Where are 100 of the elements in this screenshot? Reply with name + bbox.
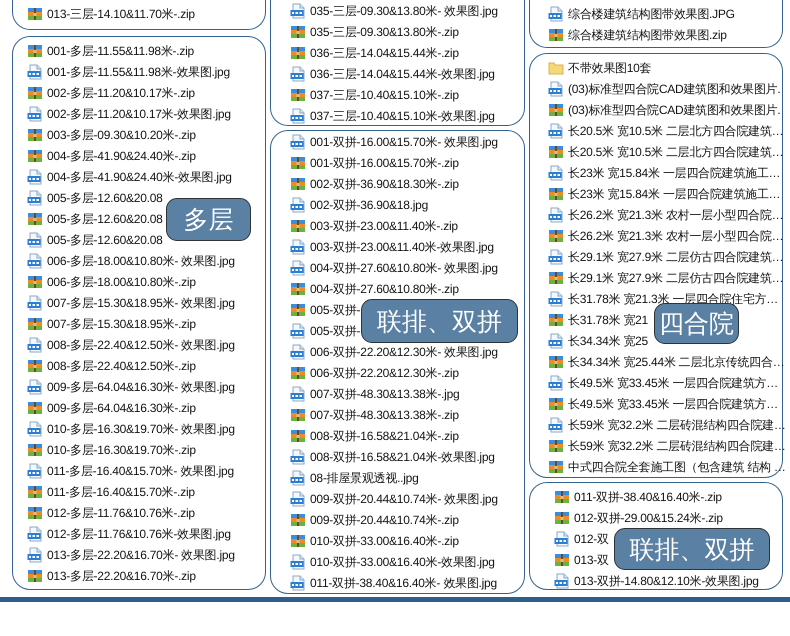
file-name[interactable]: 长31.78米 宽21 bbox=[568, 312, 648, 326]
image-file-icon bbox=[290, 574, 306, 590]
archive-icon bbox=[548, 354, 564, 370]
file-name[interactable]: 037-三层-10.40&15.10米-效果图.jpg bbox=[310, 108, 495, 122]
file-name[interactable]: 007-多层-15.30&18.95米- 效果图.jpg bbox=[47, 296, 235, 310]
file-name[interactable]: 011-多层-16.40&15.70米-.zip bbox=[47, 484, 195, 498]
file-name[interactable]: 011-多层-16.40&15.70米- 效果图.jpg bbox=[47, 464, 234, 478]
file-name[interactable]: 006-双拼-22.20&12.30米-.zip bbox=[310, 366, 459, 380]
file-name[interactable]: 009-双拼-20.44&10.74米- 效果图.jpg bbox=[310, 492, 498, 506]
file-name[interactable]: 011-双拼-38.40&16.40米-.zip bbox=[574, 490, 722, 504]
file-name[interactable]: 007-双拼-48.30&13.38米-.jpg bbox=[310, 386, 460, 400]
file-name[interactable]: 综合楼建筑结构图带效果图.JPG bbox=[568, 6, 735, 20]
file-name[interactable]: 长49.5米 宽33.45米 一层四合院建筑方… bbox=[568, 376, 778, 390]
file-name[interactable]: 002-多层-11.20&10.17米-.zip bbox=[47, 86, 195, 100]
image-file-icon bbox=[27, 294, 43, 310]
file-name[interactable]: 007-双拼-48.30&13.38米-.zip bbox=[310, 408, 459, 422]
file-name[interactable]: 长29.1米 宽27.9米 二层仿古四合院建筑… bbox=[568, 270, 784, 284]
file-name[interactable]: 006-多层-18.00&10.80米-.zip bbox=[47, 274, 196, 288]
file-name[interactable]: (03)标准型四合院CAD建筑图和效果图片. bbox=[568, 102, 781, 116]
archive-icon bbox=[27, 148, 43, 164]
file-name[interactable]: 008-双拼-16.58&21.04米-效果图.jpg bbox=[310, 450, 495, 464]
file-name[interactable]: 长49.5米 宽33.45米 一层四合院建筑方… bbox=[568, 396, 778, 410]
file-name[interactable]: 001-多层-11.55&11.98米-.zip bbox=[47, 44, 194, 58]
archive-icon bbox=[27, 358, 43, 374]
file-name[interactable]: 012-双拼-29.00&15.24米-.zip bbox=[574, 510, 723, 524]
image-file-icon bbox=[290, 344, 306, 360]
image-file-icon bbox=[548, 416, 564, 432]
file-name[interactable]: 008-多层-22.40&12.50米-.zip bbox=[47, 358, 196, 372]
image-file-icon bbox=[548, 248, 564, 264]
file-name[interactable]: 004-多层-41.90&24.40米-效果图.jpg bbox=[47, 170, 232, 184]
file-name[interactable]: 035-三层-09.30&13.80米-.zip bbox=[310, 24, 459, 38]
file-name[interactable]: 010-双拼-33.00&16.40米-效果图.jpg bbox=[310, 554, 495, 568]
file-name[interactable]: 035-三层-09.30&13.80米- 效果图.jpg bbox=[310, 4, 498, 18]
file-name[interactable]: 长20.5米 宽10.5米 二层北方四合院建筑… bbox=[568, 144, 784, 158]
file-name[interactable]: 005-双拼- bbox=[310, 302, 360, 316]
file-name[interactable]: 005-多层-12.60&20.08 bbox=[47, 212, 163, 226]
file-name[interactable]: 长34.34米 宽25 bbox=[568, 334, 648, 348]
file-name[interactable]: 008-双拼-16.58&21.04米-.zip bbox=[310, 428, 459, 442]
file-name[interactable]: 长59米 宽32.2米 二层砖混结构四合院建… bbox=[568, 438, 786, 452]
file-name[interactable]: 004-双拼-27.60&10.80米-.zip bbox=[310, 282, 459, 296]
image-file-icon bbox=[27, 252, 43, 268]
file-name[interactable]: 009-双拼-20.44&10.74米-.zip bbox=[310, 512, 459, 526]
file-name[interactable]: 013-双拼-14.80&12.10米-效果图.jpg bbox=[574, 574, 759, 588]
file-name[interactable]: 009-多层-64.04&16.30米-.zip bbox=[47, 400, 196, 414]
file-name[interactable]: 010-多层-16.30&19.70米-.zip bbox=[47, 442, 196, 456]
file-name[interactable]: 005-双拼- bbox=[310, 324, 360, 338]
file-name[interactable]: 003-双拼-23.00&11.40米-效果图.jpg bbox=[310, 240, 494, 254]
file-name[interactable]: 长29.1米 宽27.9米 二层仿古四合院建筑… bbox=[568, 250, 784, 264]
file-name[interactable]: 003-双拼-23.00&11.40米-.zip bbox=[310, 218, 458, 232]
file-name[interactable]: 003-多层-09.30&10.20米-.zip bbox=[47, 128, 196, 142]
archive-icon bbox=[290, 280, 306, 296]
file-name[interactable]: 006-双拼-22.20&12.30米- 效果图.jpg bbox=[310, 344, 498, 358]
file-name[interactable]: 008-多层-22.40&12.50米- 效果图.jpg bbox=[47, 338, 235, 352]
archive-icon bbox=[548, 396, 564, 412]
file-name[interactable]: 036-三层-14.04&15.44米-效果图.jpg bbox=[310, 66, 495, 80]
file-name[interactable]: 036-三层-14.04&15.44米-.zip bbox=[310, 46, 459, 60]
file-name[interactable]: 001-多层-11.55&11.98米-效果图.jpg bbox=[47, 64, 230, 78]
file-name[interactable]: 004-多层-41.90&24.40米-.zip bbox=[47, 148, 196, 162]
file-name[interactable]: 002-双拼-36.90&18.jpg bbox=[310, 198, 428, 212]
file-name[interactable]: 012-多层-11.76&10.76米-.zip bbox=[47, 506, 195, 520]
archive-icon bbox=[27, 42, 43, 58]
file-name[interactable]: 010-双拼-33.00&16.40米-.zip bbox=[310, 534, 459, 548]
file-name[interactable]: 013-双 bbox=[574, 552, 609, 566]
file-name[interactable]: 长23米 宽15.84米 一层四合院建筑施工… bbox=[568, 186, 780, 200]
file-name[interactable]: 长23米 宽15.84米 一层四合院建筑施工… bbox=[568, 166, 780, 180]
category-label: 多层 bbox=[166, 198, 251, 241]
file-name[interactable]: 013-多层-22.20&16.70米-.zip bbox=[47, 568, 196, 582]
file-name[interactable]: 长26.2米 宽21.3米 农村一层小型四合院… bbox=[568, 208, 784, 222]
file-name[interactable]: (03)标准型四合院CAD建筑图和效果图片. bbox=[568, 82, 781, 96]
file-name[interactable]: 08-排屋景观透视..jpg bbox=[310, 470, 419, 484]
file-name[interactable]: 综合楼建筑结构图带效果图.zip bbox=[568, 28, 727, 42]
file-name[interactable]: 004-双拼-27.60&10.80米- 效果图.jpg bbox=[310, 260, 498, 274]
archive-icon bbox=[27, 126, 43, 142]
file-name[interactable]: 005-多层-12.60&20.08 bbox=[47, 190, 163, 204]
file-name[interactable]: 001-双拼-16.00&15.70米-.zip bbox=[310, 156, 459, 170]
file-name[interactable]: 006-多层-18.00&10.80米- 效果图.jpg bbox=[47, 254, 235, 268]
file-name[interactable]: 010-多层-16.30&19.70米- 效果图.jpg bbox=[47, 422, 235, 436]
image-file-icon bbox=[548, 164, 564, 180]
archive-icon bbox=[554, 510, 570, 526]
file-name[interactable]: 037-三层-10.40&15.10米-.zip bbox=[310, 88, 459, 102]
file-name[interactable]: 长20.5米 宽10.5米 二层北方四合院建筑… bbox=[568, 124, 784, 138]
file-name[interactable]: 长34.34米 宽25.44米 二层北京传统四合… bbox=[568, 354, 784, 368]
file-name[interactable]: 长59米 宽32.2米 二层砖混结构四合院建… bbox=[568, 418, 786, 432]
file-name[interactable]: 007-多层-15.30&18.95米-.zip bbox=[47, 316, 196, 330]
file-name[interactable]: 009-多层-64.04&16.30米- 效果图.jpg bbox=[47, 380, 235, 394]
file-name[interactable]: 013-多层-22.20&16.70米- 效果图.jpg bbox=[47, 548, 235, 562]
file-name[interactable]: 中式四合院全套施工图（包含建筑 结构 … bbox=[568, 460, 786, 474]
image-file-icon bbox=[548, 80, 564, 96]
image-file-icon bbox=[27, 106, 43, 122]
file-name[interactable]: 012-多层-11.76&10.76米-效果图.jpg bbox=[47, 526, 231, 540]
file-name[interactable]: 不带效果图10套 bbox=[568, 60, 652, 74]
image-file-icon bbox=[290, 470, 306, 486]
image-file-icon bbox=[548, 332, 564, 348]
file-name[interactable]: 002-多层-11.20&10.17米-效果图.jpg bbox=[47, 106, 231, 120]
file-name[interactable]: 011-双拼-38.40&16.40米- 效果图.jpg bbox=[310, 576, 497, 590]
file-name[interactable]: 005-多层-12.60&20.08 bbox=[47, 232, 163, 246]
file-name[interactable]: 长26.2米 宽21.3米 农村一层小型四合院… bbox=[568, 228, 784, 242]
file-name[interactable]: 002-双拼-36.90&18.30米-.zip bbox=[310, 176, 459, 190]
file-name[interactable]: 001-双拼-16.00&15.70米- 效果图.jpg bbox=[310, 134, 498, 148]
file-name[interactable]: 012-双 bbox=[574, 532, 609, 546]
